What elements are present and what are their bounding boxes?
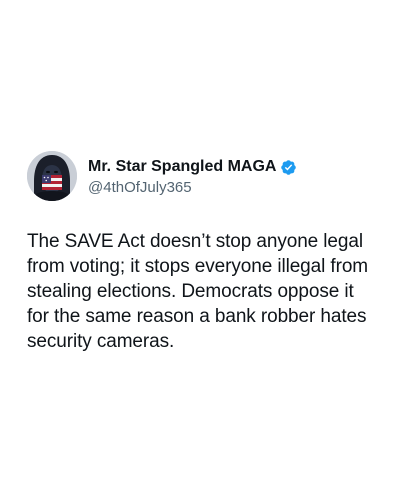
author-names: Mr. Star Spangled MAGA @4thOfJuly365 <box>88 156 297 196</box>
verified-badge-icon[interactable] <box>280 159 297 176</box>
display-name[interactable]: Mr. Star Spangled MAGA <box>88 158 276 176</box>
hooded-figure-avatar-icon <box>27 151 77 201</box>
avatar[interactable] <box>27 151 77 201</box>
tweet-header: Mr. Star Spangled MAGA @4thOfJuly365 <box>27 150 379 202</box>
author-handle[interactable]: @4thOfJuly365 <box>88 179 297 196</box>
display-name-row: Mr. Star Spangled MAGA <box>88 156 297 178</box>
tweet-text: The SAVE Act doesn’t stop anyone legal f… <box>27 231 369 352</box>
tweet-card: Mr. Star Spangled MAGA @4thOfJuly365 The… <box>27 150 379 354</box>
